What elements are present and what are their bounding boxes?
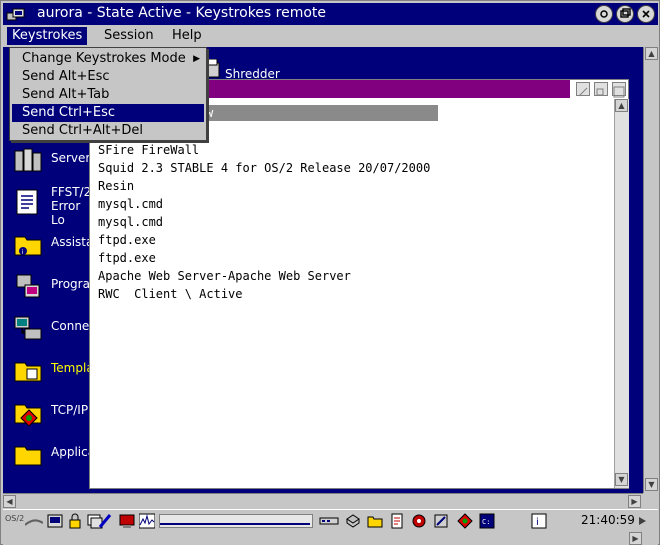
- list-item[interactable]: mysql.cmd: [98, 197, 163, 211]
- remote-session-window: aurora - State Active - Keystrokes remot…: [0, 0, 660, 545]
- logo-swoosh-icon: [25, 519, 43, 526]
- system-menu-icon[interactable]: [6, 6, 26, 22]
- scroll-right-icon[interactable]: ▶: [629, 532, 642, 545]
- document-icon[interactable]: [389, 513, 405, 529]
- tcpip-icon: [14, 404, 42, 427]
- info-icon[interactable]: i: [531, 513, 547, 529]
- monitor-icon[interactable]: [119, 513, 135, 529]
- scroll-down-icon[interactable]: ▼: [645, 478, 658, 491]
- title-bar[interactable]: aurora - State Active - Keystrokes remot…: [3, 3, 658, 25]
- server-icon: [14, 148, 42, 172]
- desktop-icon-label: Server: [51, 151, 91, 165]
- folder-icon[interactable]: [367, 513, 383, 529]
- svg-text:C:: C:: [482, 518, 490, 526]
- desktop-icon-server[interactable]: Server: [9, 141, 91, 181]
- desktop-icon-applications[interactable]: Applica: [9, 435, 95, 475]
- list-item[interactable]: RWC Client \ Active: [98, 287, 243, 301]
- pen-icon[interactable]: [97, 513, 113, 529]
- assistance-folder-icon: i: [14, 236, 42, 256]
- menu-session[interactable]: Session: [99, 27, 159, 45]
- ffst-icon: [16, 189, 38, 215]
- list-item[interactable]: Squid 2.3 STABLE 4 for OS/2 Release 20/0…: [98, 161, 430, 175]
- menu-bar: Keystrokes Session Help: [3, 26, 658, 46]
- templates-folder-icon: [14, 362, 42, 382]
- restore-icon[interactable]: [594, 82, 608, 96]
- list-item[interactable]: Resin: [98, 179, 134, 193]
- scroll-up-icon[interactable]: ▲: [615, 99, 628, 112]
- menu-item-send-alt-esc[interactable]: Send Alt+Esc: [12, 68, 204, 86]
- hide-icon[interactable]: [576, 82, 590, 97]
- scroll-up-icon[interactable]: ▲: [645, 47, 658, 60]
- scroll-right-icon[interactable]: [637, 513, 653, 529]
- desktop-icon-label: FFST/2 Error Lo: [51, 185, 92, 227]
- desktop-icon-ffst[interactable]: FFST/2 Error Lo: [9, 183, 91, 227]
- maximize-icon[interactable]: [616, 5, 634, 23]
- svg-text:i: i: [536, 517, 539, 528]
- drive-icon[interactable]: [319, 513, 339, 529]
- tools-icon[interactable]: [433, 513, 449, 529]
- desktop-icon-connections[interactable]: Connec: [9, 309, 96, 349]
- status-strip: ▶: [3, 532, 658, 545]
- window-title: aurora - State Active - Keystrokes remot…: [37, 5, 327, 21]
- list-item[interactable]: SFire FireWall: [98, 143, 199, 157]
- tcpip-taskbar-icon[interactable]: [457, 513, 473, 529]
- warpcenter-bar: OS/2 C: i 21:40:59: [3, 509, 658, 532]
- menu-item-send-ctrl-esc[interactable]: Send Ctrl+Esc: [12, 104, 204, 122]
- desktop-menu-icon[interactable]: [47, 513, 63, 529]
- desktop-icon-label: TCP/IP: [51, 403, 89, 417]
- menu-keystrokes[interactable]: Keystrokes: [7, 27, 88, 45]
- list-item[interactable]: mysql.cmd: [98, 215, 163, 229]
- desktop-icon-label: Assista: [51, 235, 94, 249]
- menu-item-change-keystrokes-mode[interactable]: Change Keystrokes Mode ▶: [12, 50, 204, 68]
- menu-item-send-ctrl-alt-del[interactable]: Send Ctrl+Alt+Del: [12, 122, 204, 140]
- menu-help[interactable]: Help: [167, 27, 207, 45]
- maximize-icon[interactable]: [612, 82, 626, 98]
- cpu-monitor-icon[interactable]: [138, 513, 156, 529]
- submenu-arrow-icon: ▶: [193, 54, 200, 64]
- scroll-left-icon[interactable]: ◀: [3, 495, 16, 508]
- window-list-scrollbar[interactable]: ▲ ▼: [614, 99, 629, 488]
- list-item[interactable]: Apache Web Server-Apache Web Server: [98, 269, 351, 283]
- desktop-icon-tcpip[interactable]: TCP/IP: [9, 393, 89, 433]
- restore-icon[interactable]: [595, 5, 613, 23]
- scroll-right-icon[interactable]: ▶: [628, 495, 641, 508]
- vertical-scrollbar[interactable]: ▲ ▼: [643, 47, 659, 493]
- lock-icon[interactable]: [67, 513, 83, 529]
- keystrokes-dropdown: Change Keystrokes Mode ▶ Send Alt+Esc Se…: [9, 47, 207, 141]
- desktop-icon-programs[interactable]: Progran: [9, 267, 98, 307]
- list-item[interactable]: ftpd.exe: [98, 233, 156, 247]
- window-list-body: w SFire FireWall Squid 2.3 STABLE 4 for …: [90, 99, 614, 488]
- desktop-icon-label: Templa: [51, 361, 94, 375]
- network-icon[interactable]: [411, 513, 427, 529]
- scroll-down-icon[interactable]: ▼: [615, 473, 628, 486]
- os2-logo: OS/2: [5, 514, 25, 523]
- connections-icon: [14, 316, 42, 340]
- desktop-icon-assistance[interactable]: i Assista: [9, 225, 93, 265]
- clock[interactable]: 21:40:59: [581, 513, 635, 527]
- desktop-icon-templates[interactable]: Templa: [9, 351, 94, 391]
- disk-icon[interactable]: [345, 513, 361, 529]
- menu-item-send-alt-tab[interactable]: Send Alt+Tab: [12, 86, 204, 104]
- cpu-load-bar: [159, 514, 313, 528]
- programs-icon: [16, 274, 40, 298]
- horizontal-scrollbar[interactable]: ◀ ▶: [3, 493, 643, 509]
- applications-folder-icon: [14, 446, 42, 466]
- command-prompt-icon[interactable]: C:: [479, 513, 495, 529]
- list-item[interactable]: ftpd.exe: [98, 251, 156, 265]
- close-icon[interactable]: [637, 5, 655, 23]
